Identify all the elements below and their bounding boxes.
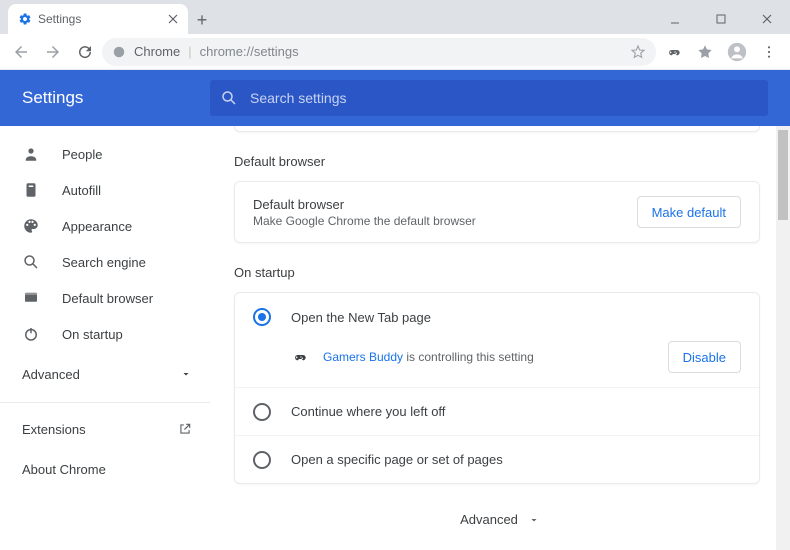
settings-body: People Autofill Appearance Search engine… <box>0 126 790 550</box>
about-label: About Chrome <box>22 462 106 477</box>
previous-card-edge <box>234 126 760 132</box>
sidebar-item-extensions[interactable]: Extensions <box>0 409 210 449</box>
settings-content: Default browser Default browser Make Goo… <box>210 126 790 550</box>
gear-icon <box>18 12 32 26</box>
radio-open-new-tab[interactable]: Open the New Tab page <box>235 293 759 341</box>
radio-continue[interactable]: Continue where you left off <box>235 387 759 435</box>
sidebar-item-autofill[interactable]: Autofill <box>0 172 210 208</box>
sidebar-item-label: Default browser <box>62 291 153 306</box>
sidebar-item-default-browser[interactable]: Default browser <box>0 280 210 316</box>
sidebar-item-label: Search engine <box>62 255 146 270</box>
radio-icon <box>253 451 271 469</box>
sidebar: People Autofill Appearance Search engine… <box>0 126 210 550</box>
reload-button[interactable] <box>70 37 100 67</box>
sidebar-item-label: Appearance <box>62 219 132 234</box>
extension-icon[interactable] <box>690 37 720 67</box>
scrollbar-thumb[interactable] <box>778 130 788 220</box>
default-browser-card: Default browser Make Google Chrome the d… <box>234 181 760 243</box>
menu-button[interactable] <box>754 37 784 67</box>
chevron-down-icon <box>180 368 192 380</box>
gamepad-icon <box>291 349 309 365</box>
sidebar-item-search-engine[interactable]: Search engine <box>0 244 210 280</box>
settings-header: Settings <box>0 70 790 126</box>
sidebar-item-about[interactable]: About Chrome <box>0 449 210 489</box>
omnibox-host: Chrome <box>134 44 180 59</box>
minimize-button[interactable] <box>652 4 698 34</box>
on-startup-card: Open the New Tab page Gamers Buddy is co… <box>234 292 760 484</box>
advanced-footer-toggle[interactable]: Advanced <box>210 512 790 527</box>
sidebar-item-label: People <box>62 147 102 162</box>
advanced-label: Advanced <box>22 367 80 382</box>
page-title: Settings <box>0 88 210 108</box>
search-input[interactable] <box>250 90 758 106</box>
site-info-icon[interactable] <box>112 45 126 59</box>
omnibox-path: chrome://settings <box>200 44 299 59</box>
radio-icon <box>253 403 271 421</box>
default-browser-row-desc: Make Google Chrome the default browser <box>253 214 637 228</box>
back-button[interactable] <box>6 37 36 67</box>
radio-label: Open the New Tab page <box>291 310 431 325</box>
radio-icon <box>253 308 271 326</box>
settings-search[interactable] <box>210 80 768 116</box>
browser-tab[interactable]: Settings <box>8 4 188 34</box>
open-in-new-icon <box>178 422 192 436</box>
make-default-button[interactable]: Make default <box>637 196 741 228</box>
window-controls <box>652 4 790 34</box>
tab-title: Settings <box>38 12 162 26</box>
titlebar: Settings + <box>0 0 790 34</box>
extension-icons <box>658 37 720 67</box>
profile-avatar[interactable] <box>722 37 752 67</box>
radio-label: Continue where you left off <box>291 404 445 419</box>
close-icon[interactable] <box>168 14 178 24</box>
sidebar-item-on-startup[interactable]: On startup <box>0 316 210 352</box>
controlling-extension-row: Gamers Buddy is controlling this setting… <box>235 341 759 387</box>
default-browser-row-title: Default browser <box>253 197 637 212</box>
controlling-extension-link[interactable]: Gamers Buddy <box>323 350 403 364</box>
scrollbar[interactable] <box>776 126 790 550</box>
bookmark-star-icon[interactable] <box>630 44 646 60</box>
sidebar-item-appearance[interactable]: Appearance <box>0 208 210 244</box>
section-title-default-browser: Default browser <box>234 154 760 169</box>
radio-specific-pages[interactable]: Open a specific page or set of pages <box>235 435 759 483</box>
browser-toolbar: Chrome | chrome://settings <box>0 34 790 70</box>
extension-gamers-icon[interactable] <box>658 37 688 67</box>
search-icon <box>220 89 238 107</box>
maximize-button[interactable] <box>698 4 744 34</box>
advanced-footer-label: Advanced <box>460 512 518 527</box>
disable-extension-button[interactable]: Disable <box>668 341 741 373</box>
forward-button[interactable] <box>38 37 68 67</box>
controlling-extension-text: is controlling this setting <box>403 350 534 364</box>
sidebar-advanced-toggle[interactable]: Advanced <box>0 352 210 396</box>
address-bar[interactable]: Chrome | chrome://settings <box>102 38 656 66</box>
sidebar-item-label: Autofill <box>62 183 101 198</box>
sidebar-item-label: On startup <box>62 327 123 342</box>
chevron-down-icon <box>528 514 540 526</box>
radio-label: Open a specific page or set of pages <box>291 452 503 467</box>
extensions-label: Extensions <box>22 422 86 437</box>
new-tab-button[interactable]: + <box>188 6 216 34</box>
sidebar-item-people[interactable]: People <box>0 136 210 172</box>
section-title-on-startup: On startup <box>234 265 760 280</box>
close-window-button[interactable] <box>744 4 790 34</box>
divider <box>0 402 210 403</box>
